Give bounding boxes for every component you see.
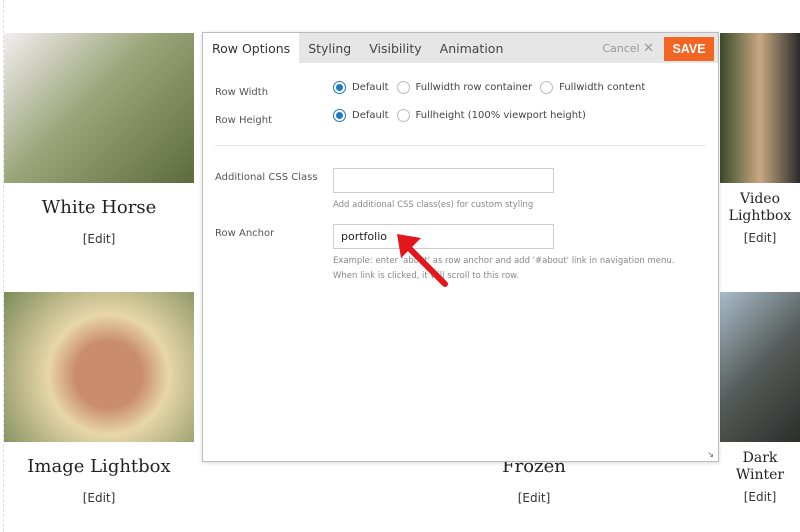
- gallery-item-image-lightbox: Image Lightbox [Edit]: [4, 292, 194, 506]
- row-width-fullwidth-container[interactable]: Fullwidth row container: [396, 81, 533, 94]
- gallery-title: White Horse: [41, 197, 157, 218]
- radio[interactable]: [396, 109, 410, 122]
- gallery-item-video-lightbox: Video Lightbox [Edit]: [720, 33, 800, 246]
- gallery-title: Image Lightbox: [27, 456, 171, 477]
- row-width-default[interactable]: Default: [333, 81, 389, 94]
- edit-link[interactable]: [Edit]: [83, 232, 116, 246]
- option-label: Fullwidth row container: [415, 82, 533, 93]
- row-height-label: Row Height: [215, 115, 273, 126]
- radio[interactable]: [396, 81, 410, 94]
- css-class-help: Add additional CSS class(es) for custom …: [333, 200, 534, 210]
- dialog-tabs: Row Options Styling Visibility Animation…: [203, 33, 718, 63]
- option-label: Default: [352, 110, 389, 121]
- edit-link[interactable]: [Edit]: [744, 231, 777, 245]
- divider: [215, 145, 706, 146]
- gallery-item-white-horse: White Horse [Edit]: [4, 33, 194, 247]
- tab-visibility[interactable]: Visibility: [360, 33, 430, 63]
- radio-selected[interactable]: [333, 109, 346, 122]
- cancel-button[interactable]: Cancel ✕: [602, 41, 654, 56]
- tab-styling[interactable]: Styling: [299, 33, 360, 63]
- option-label: Fullheight (100% viewport height): [415, 110, 586, 121]
- tab-row-options[interactable]: Row Options: [203, 33, 300, 63]
- close-icon: ✕: [643, 41, 654, 56]
- red-arrow-annotation-icon: [397, 234, 448, 287]
- gallery-image[interactable]: [720, 33, 800, 183]
- row-options-dialog: Row Options Styling Visibility Animation…: [202, 32, 719, 462]
- cancel-label: Cancel: [602, 42, 640, 55]
- row-width-fullwidth-content[interactable]: Fullwidth content: [540, 81, 645, 94]
- save-button[interactable]: SAVE: [664, 37, 714, 61]
- gallery-image[interactable]: [4, 33, 194, 183]
- edit-link[interactable]: [Edit]: [83, 491, 116, 505]
- resize-handle-icon[interactable]: ↘: [707, 450, 714, 459]
- css-class-label: Additional CSS Class: [215, 172, 318, 183]
- option-label: Fullwidth content: [559, 82, 646, 93]
- edit-link[interactable]: [Edit]: [518, 491, 551, 505]
- row-height-default[interactable]: Default: [333, 109, 389, 122]
- radio[interactable]: [540, 81, 554, 94]
- radio-selected[interactable]: [333, 81, 346, 94]
- row-height-options: Default Fullheight (100% viewport height…: [333, 109, 594, 122]
- row-anchor-help-1: Example: enter 'about' as row anchor and…: [333, 256, 675, 266]
- row-height-fullheight[interactable]: Fullheight (100% viewport height): [396, 109, 586, 122]
- row-width-label: Row Width: [215, 87, 269, 98]
- option-label: Default: [352, 82, 389, 93]
- gallery-image[interactable]: [720, 292, 800, 442]
- gallery-title: Dark Winter: [735, 450, 785, 483]
- edit-link[interactable]: [Edit]: [744, 490, 777, 504]
- css-class-input[interactable]: [333, 168, 554, 193]
- tab-animation[interactable]: Animation: [431, 33, 513, 63]
- gallery-title: Video Lightbox: [728, 191, 792, 224]
- gallery-image[interactable]: [4, 292, 194, 442]
- row-anchor-label: Row Anchor: [215, 228, 275, 239]
- row-width-options: Default Fullwidth row container Fullwidt…: [333, 81, 653, 94]
- gallery-item-dark-winter: Dark Winter [Edit]: [720, 292, 800, 505]
